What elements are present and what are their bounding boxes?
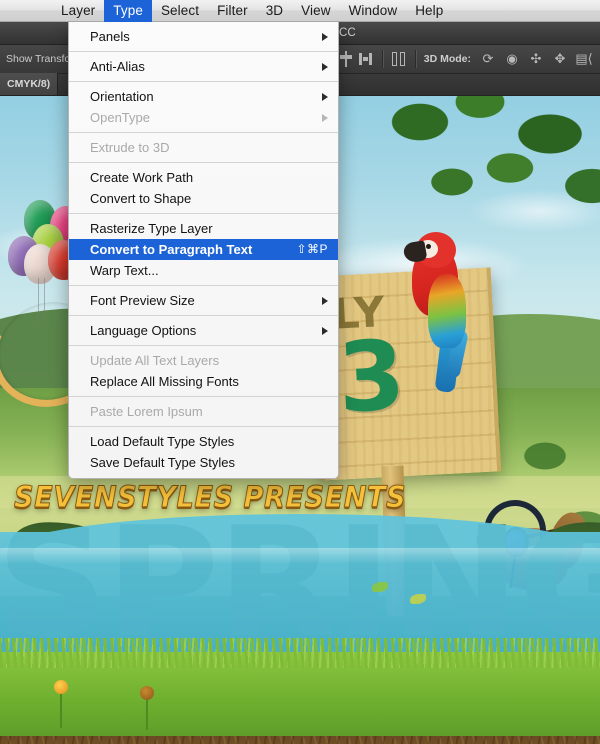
type-dropdown-menu[interactable]: Panels Anti-Alias Orientation OpenType Extru… bbox=[68, 22, 339, 479]
submenu-chevron-right-icon bbox=[322, 62, 328, 71]
menu-item-label: Update All Text Layers bbox=[90, 353, 220, 368]
submenu-chevron-right-icon bbox=[322, 92, 328, 101]
menubar-item-label: Select bbox=[160, 2, 200, 18]
menu-item-convert-to-shape[interactable]: Convert to Shape bbox=[69, 188, 338, 209]
water-highlight bbox=[0, 548, 600, 564]
menu-separator bbox=[69, 345, 338, 346]
menu-separator bbox=[69, 213, 338, 214]
menu-item-label: Orientation bbox=[90, 89, 154, 104]
submenu-chevron-right-icon bbox=[322, 113, 328, 122]
menu-item-label: Paste Lorem Ipsum bbox=[90, 404, 203, 419]
menu-item-convert-to-paragraph-text[interactable]: Convert to Paragraph Text ⇧⌘P bbox=[69, 239, 338, 260]
menu-item-label: Anti-Alias bbox=[90, 59, 145, 74]
menubar-item-layer[interactable]: Layer bbox=[52, 0, 104, 22]
menu-item-label: Font Preview Size bbox=[90, 293, 195, 308]
menu-item-opentype: OpenType bbox=[69, 107, 338, 128]
menubar-item-select[interactable]: Select bbox=[152, 0, 208, 22]
menu-item-label: Create Work Path bbox=[90, 170, 194, 185]
menubar-item-label: Help bbox=[415, 2, 444, 18]
menubar-item-window[interactable]: Window bbox=[340, 0, 407, 22]
menubar-item-help[interactable]: Help bbox=[406, 0, 452, 22]
document-tab[interactable]: CMYK/8) bbox=[0, 73, 59, 95]
menu-separator bbox=[69, 51, 338, 52]
menu-item-label: Load Default Type Styles bbox=[90, 434, 235, 449]
menu-item-anti-alias[interactable]: Anti-Alias bbox=[69, 56, 338, 77]
slide-3d-object-icon[interactable]: ✥ bbox=[551, 51, 569, 67]
menubar-item-label: View bbox=[301, 2, 331, 18]
soil-roots bbox=[0, 736, 600, 744]
3d-mode-label: 3D Mode: bbox=[423, 53, 471, 65]
menu-item-label: Extrude to 3D bbox=[90, 140, 170, 155]
align-vertical-center-icon[interactable] bbox=[338, 51, 354, 67]
menu-item-create-work-path[interactable]: Create Work Path bbox=[69, 167, 338, 188]
document-tab-label: CMYK/8) bbox=[7, 78, 51, 90]
menu-item-label: Convert to Paragraph Text bbox=[90, 242, 253, 257]
menubar-item-label: 3D bbox=[265, 2, 284, 18]
menubar-item-label: Window bbox=[348, 2, 398, 18]
menu-separator bbox=[69, 132, 338, 133]
options-divider-2 bbox=[414, 50, 416, 68]
menu-item-panels[interactable]: Panels bbox=[69, 26, 338, 47]
menu-item-warp-text[interactable]: Warp Text... bbox=[69, 260, 338, 281]
menu-item-update-all-text-layers: Update All Text Layers bbox=[69, 350, 338, 371]
grass-foreground bbox=[0, 638, 600, 744]
menu-item-rasterize-type-layer[interactable]: Rasterize Type Layer bbox=[69, 218, 338, 239]
submenu-chevron-right-icon bbox=[322, 296, 328, 305]
menu-separator bbox=[69, 396, 338, 397]
menu-item-label: Language Options bbox=[90, 323, 197, 338]
menu-item-replace-all-missing-fonts[interactable]: Replace All Missing Fonts bbox=[69, 371, 338, 392]
pan-3d-object-icon[interactable]: ✣ bbox=[527, 51, 545, 67]
distribute-icon[interactable] bbox=[391, 51, 407, 67]
options-divider bbox=[381, 50, 383, 68]
flower-brown bbox=[140, 686, 154, 700]
parrot-eye bbox=[426, 244, 431, 249]
menu-item-save-default-type-styles[interactable]: Save Default Type Styles bbox=[69, 452, 338, 473]
align-horizontal-center-icon[interactable] bbox=[358, 51, 374, 67]
submenu-chevron-right-icon bbox=[322, 326, 328, 335]
menu-item-label: Rasterize Type Layer bbox=[90, 221, 213, 236]
menu-item-extrude-to-3d: Extrude to 3D bbox=[69, 137, 338, 158]
parrot-wing bbox=[428, 274, 466, 348]
menu-item-orientation[interactable]: Orientation bbox=[69, 86, 338, 107]
menu-separator bbox=[69, 315, 338, 316]
rotate-3d-object-icon[interactable]: ⟳ bbox=[479, 51, 497, 67]
flower-yellow bbox=[54, 680, 68, 694]
menubar-item-3d[interactable]: 3D bbox=[257, 0, 292, 22]
parrot-macaw bbox=[394, 230, 490, 400]
menubar-item-label: Layer bbox=[61, 2, 96, 18]
menubar-item-view[interactable]: View bbox=[292, 0, 339, 22]
menu-separator bbox=[69, 162, 338, 163]
submenu-chevron-right-icon bbox=[322, 32, 328, 41]
menubar-item-type[interactable]: Type bbox=[104, 0, 152, 22]
menubar-item-filter[interactable]: Filter bbox=[208, 0, 257, 22]
flower-stem bbox=[60, 688, 62, 728]
menu-item-font-preview-size[interactable]: Font Preview Size bbox=[69, 290, 338, 311]
menu-separator bbox=[69, 81, 338, 82]
menu-item-label: Convert to Shape bbox=[90, 191, 192, 206]
scale-3d-object-icon[interactable]: ▤⟨ bbox=[575, 51, 593, 67]
menu-item-label: Warp Text... bbox=[90, 263, 159, 278]
menu-item-label: Panels bbox=[90, 29, 130, 44]
roll-3d-object-icon[interactable]: ◉ bbox=[503, 51, 521, 67]
menu-separator bbox=[69, 426, 338, 427]
menubar-item-label: Type bbox=[113, 2, 143, 18]
menu-item-label: Replace All Missing Fonts bbox=[90, 374, 239, 389]
menu-separator bbox=[69, 285, 338, 286]
menu-bar[interactable]: Layer Type Select Filter 3D View Window Help bbox=[0, 0, 600, 22]
menu-item-paste-lorem-ipsum: Paste Lorem Ipsum bbox=[69, 401, 338, 422]
menu-item-label: Save Default Type Styles bbox=[90, 455, 236, 470]
menu-item-shortcut: ⇧⌘P bbox=[296, 242, 328, 256]
menubar-item-label: Filter bbox=[217, 2, 248, 18]
menu-item-label: OpenType bbox=[90, 110, 150, 125]
menu-item-load-default-type-styles[interactable]: Load Default Type Styles bbox=[69, 431, 338, 452]
menu-item-language-options[interactable]: Language Options bbox=[69, 320, 338, 341]
